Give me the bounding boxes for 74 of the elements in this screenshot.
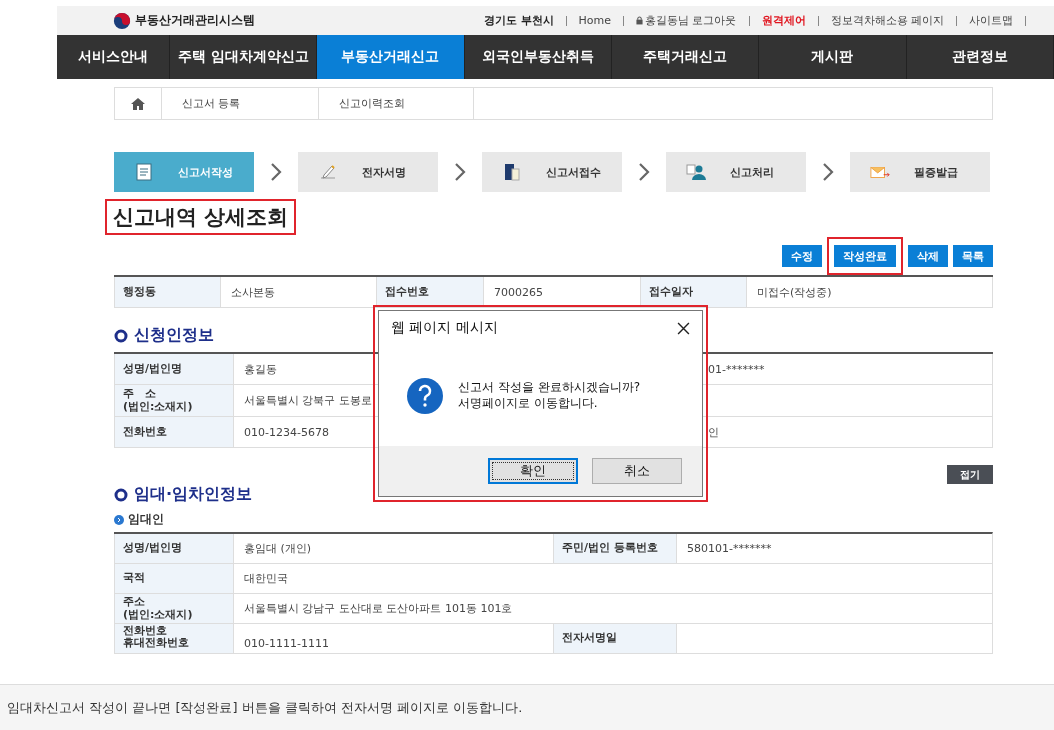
action-button[interactable]: 작성완료 — [834, 245, 896, 268]
subsection-heading: 임대인 — [128, 511, 164, 528]
nav-tab[interactable]: 주택거래신고 — [612, 35, 760, 79]
field-value: 인 — [708, 424, 719, 440]
close-icon[interactable] — [677, 321, 690, 335]
step-label: 신고처리 — [730, 164, 774, 180]
field-value: 서울특별시 강북구 도봉로 — [244, 393, 372, 408]
dialog-button[interactable]: 취소 — [592, 458, 682, 484]
section-heading: 임대·임차인정보 — [134, 484, 253, 505]
field-label: 전자서명일 — [562, 632, 617, 645]
field-value: 미접수(작성중) — [746, 277, 993, 307]
field-label: 주 소 (법인:소재지) — [114, 385, 233, 416]
field-value: 580101-******* — [687, 542, 772, 555]
field-value: 대한민국 — [244, 571, 288, 586]
field-value: 서울특별시 강남구 도산대로 도산아파트 101동 101호 — [244, 601, 513, 616]
step-label: 필증발급 — [914, 164, 958, 180]
chevron-icon — [270, 162, 282, 182]
action-button[interactable]: 목록 — [953, 245, 993, 267]
step-label: 신고서접수 — [546, 164, 601, 180]
nav-tab[interactable]: 관련정보 — [906, 35, 1054, 79]
caption-text: 임대차신고서 작성이 끝나면 [작성완료] 버튼을 클릭하여 전자서명 페이지로 이동합니다. — [7, 699, 523, 717]
top-link[interactable]: 사이트맵 — [969, 13, 1013, 28]
site-logo-text[interactable]: 부동산거래관리시스템 — [135, 12, 255, 29]
field-label: 접수일자 — [640, 277, 746, 307]
field-value: 홍길동 — [244, 361, 277, 377]
lock-icon — [636, 16, 643, 25]
top-link[interactable]: 홍길동님 로그아웃 — [645, 13, 737, 28]
document-stack-icon — [502, 163, 522, 181]
nav-tab[interactable]: 서비스안내 — [57, 35, 170, 79]
page-title: 신고내역 상세조회 — [113, 204, 289, 231]
chevron-icon — [638, 162, 650, 182]
field-label: 전화번호 휴대전화번호 — [123, 624, 189, 650]
person-icon — [686, 163, 706, 181]
step-label: 전자서명 — [362, 164, 406, 180]
logo-icon — [113, 11, 131, 30]
nav-tab[interactable]: 외국인부동산취득 — [464, 35, 612, 79]
field-label: 접수번호 — [376, 277, 483, 307]
field-label: 전화번호 — [114, 417, 233, 447]
top-link[interactable]: 원격제어 — [761, 13, 806, 28]
dialog-message: 서명페이지로 이동합니다. — [458, 395, 599, 412]
top-link[interactable]: Home — [578, 14, 611, 27]
action-button[interactable]: 수정 — [782, 245, 822, 267]
chevron-icon — [822, 162, 834, 182]
collapse-button[interactable]: 접기 — [947, 465, 993, 484]
field-value: 홍임대 (개인) — [244, 541, 312, 556]
dialog-message: 신고서 작성을 완료하시겠습니까? — [458, 379, 640, 396]
ring-icon — [114, 487, 128, 502]
breadcrumb-tab[interactable]: 신고이력조회 — [319, 88, 474, 119]
field-label: 주소 (법인:소재지) — [123, 595, 193, 622]
field-value: 010-1234-5678 — [244, 425, 329, 439]
top-link[interactable]: 경기도 부천시 — [483, 13, 554, 28]
field-label: 국적 — [123, 572, 145, 585]
question-icon — [406, 376, 444, 415]
arrow-bullet-icon — [114, 514, 124, 525]
document-icon — [134, 163, 154, 181]
section-heading: 신청인정보 — [134, 325, 214, 346]
top-link[interactable]: 정보격차해소용 페이지 — [830, 13, 944, 28]
nav-tab[interactable]: 게시판 — [759, 35, 907, 79]
pen-icon — [318, 163, 338, 181]
field-label: 행정동 — [114, 277, 220, 307]
chevron-icon — [454, 162, 466, 182]
field-value: 01-******* — [708, 362, 765, 376]
step-label: 신고서작성 — [178, 164, 233, 180]
ring-icon — [114, 328, 128, 343]
breadcrumb-tab[interactable]: 신고서 등록 — [162, 88, 319, 119]
nav-tab[interactable]: 부동산거래신고 — [317, 35, 465, 79]
field-label: 성명/법인명 — [123, 542, 183, 555]
field-value: 010-1111-1111 — [244, 637, 329, 650]
dialog-button[interactable]: 확인 — [488, 458, 578, 484]
dialog-title: 웹 페이지 메시지 — [391, 319, 498, 337]
action-button[interactable]: 삭제 — [908, 245, 948, 267]
field-label: 성명/법인명 — [114, 354, 233, 384]
field-label: 주민/법인 등록번호 — [562, 542, 658, 555]
home-icon[interactable] — [131, 97, 145, 110]
